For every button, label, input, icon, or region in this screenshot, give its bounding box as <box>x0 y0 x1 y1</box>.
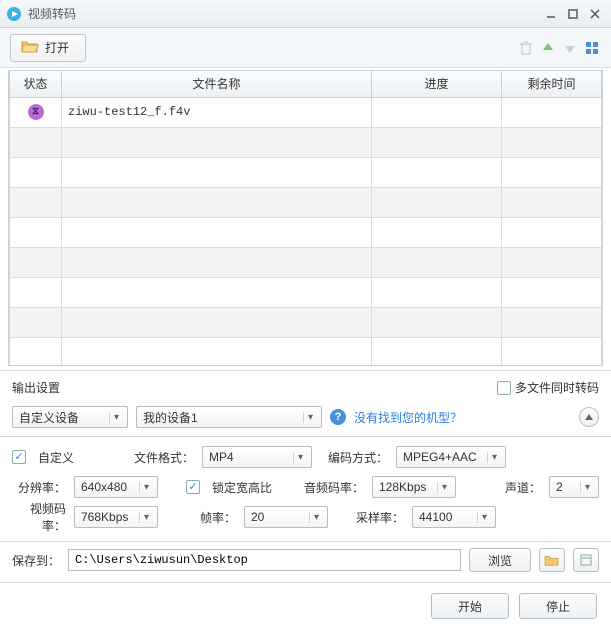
output-settings-header: 输出设置 多文件同时转码 <box>0 370 611 402</box>
device-type-select[interactable]: 自定义设备▾ <box>12 406 128 428</box>
save-to-label: 保存到： <box>12 552 60 569</box>
chevron-down-icon: ▾ <box>139 482 153 493</box>
lock-aspect-label: 锁定宽高比 <box>212 479 288 496</box>
multi-file-label: 多文件同时转码 <box>515 379 599 396</box>
col-remaining[interactable]: 剩余时间 <box>502 71 602 97</box>
folder-open-icon <box>21 39 39 56</box>
help-icon[interactable]: ? <box>330 409 346 425</box>
custom-checkbox[interactable] <box>12 450 26 464</box>
move-down-icon[interactable] <box>561 39 579 57</box>
chevron-down-icon: ▾ <box>293 452 307 463</box>
open-folder-button[interactable] <box>539 548 565 572</box>
table-row[interactable] <box>10 187 602 217</box>
maximize-button[interactable] <box>563 6 583 22</box>
params-panel: 自定义 文件格式： MP4▾ 编码方式： MPEG4+AAC▾ 分辨率： 640… <box>0 437 611 542</box>
chevron-down-icon: ▾ <box>309 512 323 523</box>
minimize-button[interactable] <box>541 6 561 22</box>
chevron-down-icon: ▾ <box>487 452 501 463</box>
open-button-label: 打开 <box>45 39 69 56</box>
sample-rate-label: 采样率： <box>336 509 404 526</box>
stop-button[interactable]: 停止 <box>519 593 597 619</box>
bottom-bar: 开始 停止 <box>0 583 611 629</box>
chevron-down-icon: ▾ <box>303 412 317 423</box>
chevron-down-icon: ▾ <box>437 482 451 493</box>
hourglass-icon: ⧖ <box>28 104 44 120</box>
table-row[interactable] <box>10 307 602 337</box>
chevron-down-icon: ▾ <box>109 412 123 423</box>
chevron-down-icon: ▾ <box>477 512 491 523</box>
lock-aspect-checkbox[interactable] <box>186 480 200 494</box>
table-row[interactable] <box>10 277 602 307</box>
delete-icon[interactable] <box>517 39 535 57</box>
resolution-label: 分辨率： <box>12 479 66 496</box>
cell-progress <box>372 97 502 127</box>
close-button[interactable] <box>585 6 605 22</box>
app-logo-icon <box>6 6 22 22</box>
col-progress[interactable]: 进度 <box>372 71 502 97</box>
save-row: 保存到： 浏览 <box>0 542 611 583</box>
output-settings-label: 输出设置 <box>12 379 60 396</box>
fps-select[interactable]: 20▾ <box>244 506 328 528</box>
cell-filename: ziwu-test12_f.f4v <box>62 97 372 127</box>
device-name-select[interactable]: 我的设备1▾ <box>136 406 322 428</box>
history-button[interactable] <box>573 548 599 572</box>
col-filename[interactable]: 文件名称 <box>62 71 372 97</box>
table-row[interactable]: ⧖ ziwu-test12_f.f4v <box>10 97 602 127</box>
browse-button[interactable]: 浏览 <box>469 548 531 572</box>
chevron-down-icon: ▾ <box>580 482 594 493</box>
custom-label: 自定义 <box>38 449 118 466</box>
grid-view-icon[interactable] <box>583 39 601 57</box>
table-row[interactable] <box>10 127 602 157</box>
audio-bitrate-label: 音频码率： <box>296 479 364 496</box>
encode-label: 编码方式： <box>320 449 388 466</box>
titlebar: 视频转码 <box>0 0 611 28</box>
model-help-link[interactable]: 没有找到您的机型？ <box>354 409 462 426</box>
resolution-select[interactable]: 640x480▾ <box>74 476 158 498</box>
file-format-select[interactable]: MP4▾ <box>202 446 312 468</box>
start-button[interactable]: 开始 <box>431 593 509 619</box>
fps-label: 帧率： <box>186 509 236 526</box>
device-row: 自定义设备▾ 我的设备1▾ ? 没有找到您的机型？ <box>0 402 611 437</box>
table-row[interactable] <box>10 247 602 277</box>
file-table: 状态 文件名称 进度 剩余时间 ⧖ ziwu-test12_f.f4v <box>8 70 603 366</box>
file-format-label: 文件格式： <box>126 449 194 466</box>
toolbar: 打开 <box>0 28 611 68</box>
cell-remaining <box>502 97 602 127</box>
table-row[interactable] <box>10 217 602 247</box>
sample-rate-select[interactable]: 44100▾ <box>412 506 496 528</box>
video-bitrate-select[interactable]: 768Kbps▾ <box>74 506 158 528</box>
move-up-icon[interactable] <box>539 39 557 57</box>
window-title: 视频转码 <box>28 5 539 22</box>
audio-bitrate-select[interactable]: 128Kbps▾ <box>372 476 456 498</box>
col-status[interactable]: 状态 <box>10 71 62 97</box>
video-bitrate-label: 视频码率： <box>12 500 66 534</box>
channels-select[interactable]: 2▾ <box>549 476 599 498</box>
table-row[interactable] <box>10 157 602 187</box>
multi-file-checkbox[interactable] <box>497 381 511 395</box>
chevron-down-icon: ▾ <box>139 512 153 523</box>
open-button[interactable]: 打开 <box>10 34 86 62</box>
channels-label: 声道： <box>501 479 541 496</box>
collapse-button[interactable] <box>579 407 599 427</box>
table-row[interactable] <box>10 337 602 366</box>
encode-select[interactable]: MPEG4+AAC▾ <box>396 446 506 468</box>
save-path-input[interactable] <box>68 549 461 571</box>
